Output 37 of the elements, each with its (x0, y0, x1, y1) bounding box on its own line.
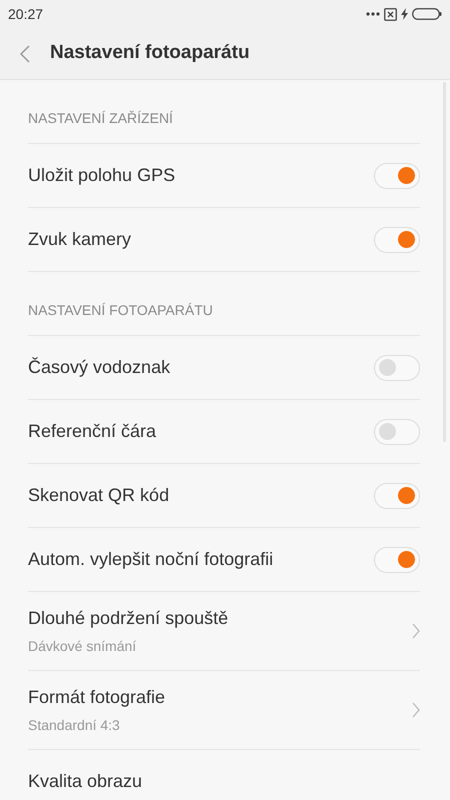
setting-label: Časový vodoznak (28, 356, 170, 379)
setting-label: Formát fotografie (28, 686, 166, 709)
toggle-switch[interactable] (374, 226, 420, 252)
setting-label: Kvalita obrazu (28, 770, 142, 793)
settings-row[interactable]: Dlouhé podržení spouště Dávkové snímání (28, 592, 420, 671)
page-title: Nastavení fotoaparátu (50, 41, 250, 66)
settings-row[interactable]: Formát fotografie Standardní 4:3 (28, 671, 420, 750)
more-icon (366, 12, 380, 16)
settings-row[interactable]: Uložit polohu GPS (28, 144, 420, 208)
settings-row[interactable]: Autom. vylepšit noční fotografii (28, 528, 420, 592)
setting-value: Standardní 4:3 (28, 716, 121, 735)
toggle-switch[interactable] (374, 546, 420, 572)
setting-label: Referenční čára (28, 420, 156, 443)
setting-label: Autom. vylepšit noční fotografii (28, 548, 274, 571)
toggle-switch[interactable] (374, 354, 420, 380)
setting-value: Dávkové snímání (28, 637, 138, 656)
chevron-icon (412, 702, 420, 718)
settings-row[interactable]: Časový vodoznak (28, 336, 420, 400)
settings-row[interactable]: Kvalita obrazu (28, 750, 420, 800)
charging-icon (401, 8, 408, 20)
back-icon (20, 44, 30, 62)
settings-row[interactable]: Skenovat QR kód (28, 464, 420, 528)
toggle-switch[interactable] (374, 418, 420, 444)
toggle-switch[interactable] (374, 482, 420, 508)
setting-label: Zvuk kamery (28, 228, 132, 251)
setting-label: Uložit polohu GPS (28, 164, 176, 187)
setting-label: Skenovat QR kód (28, 484, 170, 507)
section-header: NASTAVENÍ ZAŘÍZENÍ (28, 109, 173, 128)
toggle-switch[interactable] (374, 162, 420, 188)
chevron-icon (412, 623, 420, 639)
battery-icon (412, 8, 442, 20)
setting-label: Dlouhé podržení spouště (28, 607, 228, 630)
settings-row[interactable]: Zvuk kamery (28, 208, 420, 272)
status-time: 20:27 (8, 4, 44, 24)
no-sim-icon (384, 8, 397, 20)
settings-row[interactable]: Referenční čára (28, 400, 420, 464)
section-header: NASTAVENÍ FOTOAPARÁTU (28, 301, 213, 320)
